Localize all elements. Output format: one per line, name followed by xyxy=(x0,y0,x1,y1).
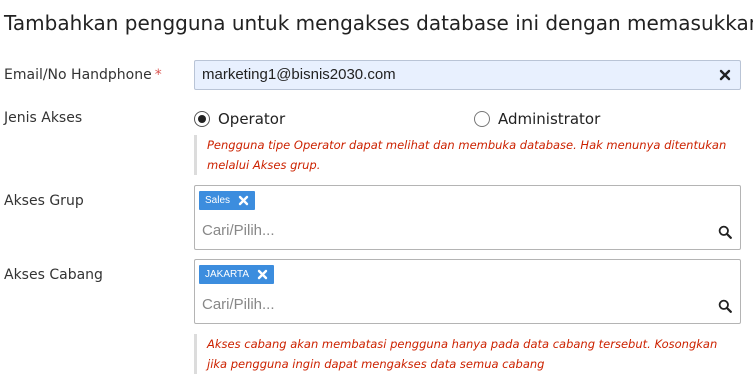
page-title: Tambahkan pengguna untuk mengakses datab… xyxy=(4,11,753,35)
branch-access-note: Akses cabang akan membatasi pengguna han… xyxy=(194,334,737,374)
radio-administrator[interactable]: Administrator xyxy=(474,110,600,128)
radio-administrator-circle[interactable] xyxy=(474,111,490,127)
branch-tag-label: JAKARTA xyxy=(205,269,250,280)
add-user-form: Tambahkan pengguna untuk mengakses datab… xyxy=(0,0,753,377)
access-type-note: Pengguna tipe Operator dapat melihat dan… xyxy=(194,135,737,175)
group-access-label: Akses Grup xyxy=(4,193,84,209)
radio-operator[interactable]: Operator xyxy=(194,110,285,128)
radio-operator-circle[interactable] xyxy=(194,111,210,127)
radio-administrator-label[interactable]: Administrator xyxy=(498,110,600,128)
group-tag: Sales xyxy=(199,191,256,210)
radio-operator-label[interactable]: Operator xyxy=(218,110,285,128)
email-field[interactable]: marketing1@bisnis2030.com xyxy=(194,60,741,90)
email-value[interactable]: marketing1@bisnis2030.com xyxy=(202,66,396,83)
group-access-select[interactable]: Sales Cari/Pilih... xyxy=(194,185,741,250)
email-label-text: Email/No Handphone xyxy=(4,67,152,83)
group-tag-label: Sales xyxy=(205,195,231,206)
email-label: Email/No Handphone * xyxy=(4,67,162,83)
search-icon[interactable] xyxy=(718,298,732,313)
remove-tag-icon[interactable] xyxy=(238,195,249,206)
access-type-label: Jenis Akses xyxy=(4,110,83,126)
branch-tag: JAKARTA xyxy=(199,265,275,284)
required-mark: * xyxy=(154,67,162,83)
radio-selected-dot xyxy=(198,115,206,123)
close-icon[interactable] xyxy=(718,67,732,81)
group-search-input[interactable]: Cari/Pilih... xyxy=(202,222,275,239)
search-icon[interactable] xyxy=(718,224,732,239)
branch-search-input[interactable]: Cari/Pilih... xyxy=(202,296,275,313)
branch-access-select[interactable]: JAKARTA Cari/Pilih... xyxy=(194,259,741,324)
remove-tag-icon[interactable] xyxy=(257,269,268,280)
branch-access-label: Akses Cabang xyxy=(4,267,103,283)
